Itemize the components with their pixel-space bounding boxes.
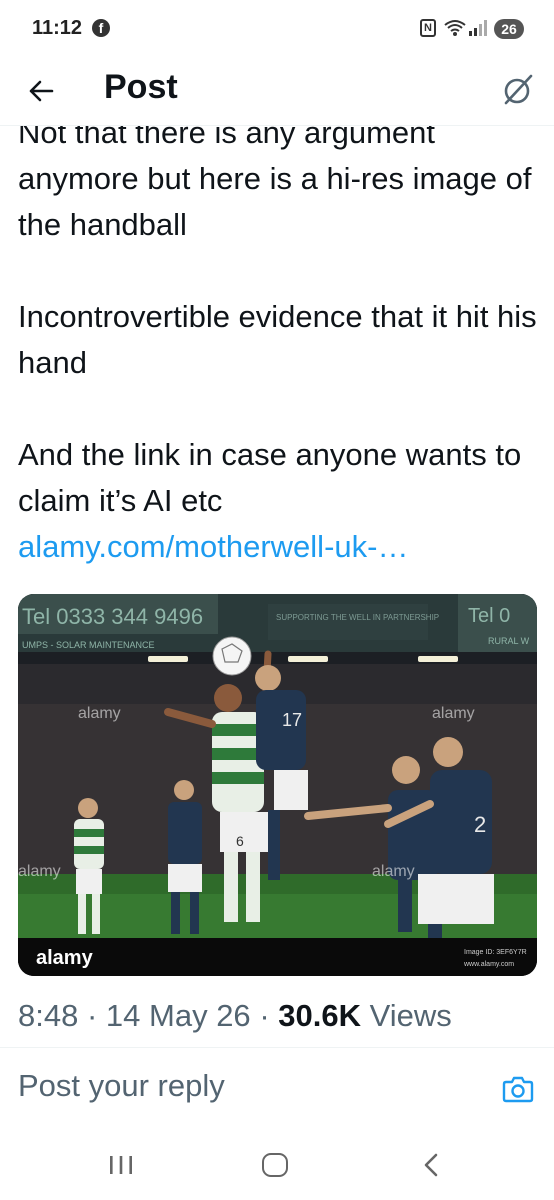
meta-separator: · [86, 998, 98, 1033]
home-icon[interactable] [262, 1153, 288, 1177]
camera-icon[interactable] [502, 1074, 534, 1104]
back-icon[interactable] [420, 1152, 442, 1178]
wifi-icon [444, 20, 466, 36]
meta-separator: · [259, 998, 270, 1033]
page-title: Post [104, 68, 178, 106]
image-url: www.alamy.com [463, 961, 514, 968]
tweet-image[interactable]: Tel 0333 344 9496 UMPS - SOLAR MAINTENAN… [18, 594, 537, 976]
battery-icon: 26 [494, 19, 524, 39]
views-label: Views [369, 998, 452, 1033]
arrow-left-icon [29, 80, 54, 102]
board-text: Tel 0 [468, 605, 510, 627]
tweet-link[interactable]: alamy.com/motherwell-uk-… [18, 524, 543, 570]
status-bar: 11:12 f N 26 [0, 0, 554, 58]
svg-text:6: 6 [236, 833, 244, 849]
divider [0, 1047, 554, 1048]
alamy-logo: alamy [36, 947, 94, 969]
signal-icon [469, 20, 487, 36]
back-button[interactable] [24, 74, 58, 108]
alamy-watermark: alamy [18, 863, 61, 880]
alamy-watermark: alamy [372, 863, 415, 880]
board-text: RURAL W [488, 636, 530, 646]
board-text: Tel 0333 344 9496 [22, 604, 203, 629]
post-time: 8:48 [18, 998, 79, 1033]
status-time: 11:12 [32, 17, 83, 39]
post-header: Post [0, 58, 554, 126]
tweet-paragraph: And the link in case anyone wants to cla… [18, 437, 522, 518]
image-id: Image ID: 3EF6Y7R [464, 949, 527, 956]
post-date: 14 May 26 [105, 998, 251, 1033]
post-content: Not that there is any argument anymore b… [0, 110, 554, 1120]
system-navbar [0, 1130, 554, 1200]
recent-apps-icon[interactable] [108, 1154, 134, 1176]
tweet-paragraph: Not that there is any argument anymore b… [18, 115, 532, 242]
reply-input[interactable]: Post your reply [18, 1068, 225, 1104]
board-text: UMPS - SOLAR MAINTENANCE [22, 640, 155, 650]
views-count: 30.6K [278, 998, 361, 1033]
post-meta: 8:48 · 14 May 26 · 30.6K Views [18, 998, 452, 1034]
tweet-paragraph: Incontrovertible evidence that it hit hi… [18, 299, 537, 380]
svg-text:17: 17 [282, 710, 302, 730]
nfc-icon: N [420, 19, 436, 37]
tweet-text: Not that there is any argument anymore b… [18, 110, 543, 570]
facebook-icon: f [92, 19, 110, 37]
board-text: SUPPORTING THE WELL IN PARTNERSHIP [276, 613, 439, 622]
alamy-watermark: alamy [78, 705, 121, 722]
grok-icon[interactable] [500, 72, 536, 108]
alamy-watermark: alamy [432, 705, 475, 722]
svg-text:2: 2 [474, 812, 486, 837]
